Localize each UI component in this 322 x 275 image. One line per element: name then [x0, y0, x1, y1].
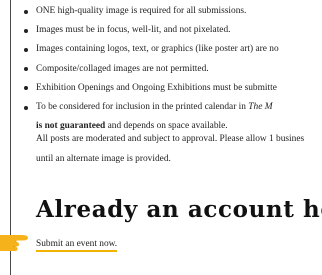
list-item: Composite/collaged images are not permit…	[24, 60, 279, 79]
list-item-text: Exhibition Openings and Ongoing Exhibiti…	[36, 82, 277, 93]
moderation-note: All posts are moderated and subject to a…	[36, 129, 304, 169]
list-item: Exhibition Openings and Ongoing Exhibiti…	[24, 79, 279, 98]
bullet-dot	[24, 47, 28, 52]
list-item-text: Composite/collaged images are not permit…	[36, 63, 209, 74]
calendar-publication-name: The M	[248, 102, 273, 113]
list-item: ONE high-quality image is required for a…	[24, 2, 279, 21]
list-item-text: Images must be in focus, well-lit, and n…	[36, 25, 231, 36]
list-item: Images must be in focus, well-lit, and n…	[24, 21, 279, 40]
moderation-note-line1: All posts are moderated and subject to a…	[36, 134, 305, 144]
submission-guidelines-list: ONE high-quality image is required for a…	[24, 2, 279, 136]
list-item: To be considered for inclusion in the pr…	[24, 98, 279, 117]
list-item-text: To be considered for inclusion in the pr…	[36, 102, 249, 113]
page-content: ONE high-quality image is required for a…	[0, 0, 322, 275]
bullet-dot	[24, 67, 28, 72]
list-item: Images containing logos, text, or graphi…	[24, 40, 279, 59]
list-item-text: Images containing logos, text, or graphi…	[36, 44, 279, 55]
bullet-dot	[24, 28, 28, 33]
bullet-dot	[24, 86, 28, 91]
account-holder-heading: Already an account holder?	[36, 196, 322, 223]
moderation-note-line2: until an alternate image is provided.	[36, 154, 171, 164]
list-item-text: ONE high-quality image is required for a…	[36, 6, 247, 16]
submit-event-link[interactable]: Submit an event now.	[36, 239, 118, 252]
pointing-hand-icon	[0, 226, 34, 254]
bullet-dot	[24, 105, 28, 110]
bullet-dot	[24, 9, 28, 14]
